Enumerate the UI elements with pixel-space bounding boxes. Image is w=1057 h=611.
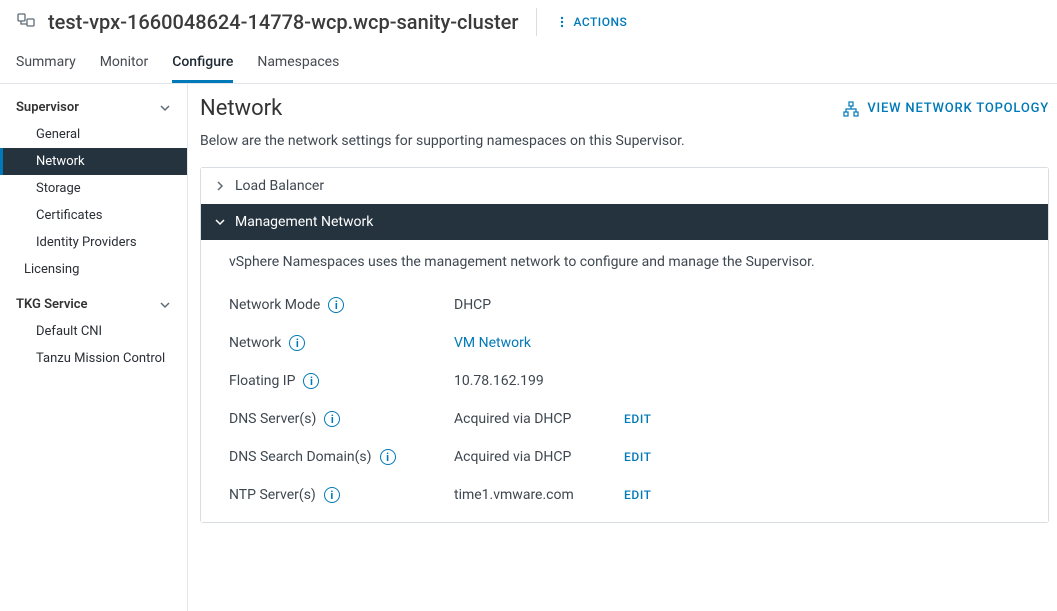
sidebar-item-tanzu-mission-control[interactable]: Tanzu Mission Control xyxy=(0,345,187,372)
section-description: vSphere Namespaces uses the management n… xyxy=(229,254,1020,270)
field-label: Floating IP i xyxy=(229,373,454,389)
field-label: NTP Server(s) i xyxy=(229,487,454,503)
chevron-down-icon xyxy=(215,217,225,227)
tabs: Summary Monitor Configure Namespaces xyxy=(0,44,1057,84)
field-label: DNS Search Domain(s) i xyxy=(229,449,454,465)
field-row: Network i VM Network xyxy=(229,324,1020,362)
sidebar-group-tkg[interactable]: TKG Service xyxy=(0,291,187,318)
accordion-title: Load Balancer xyxy=(235,178,324,194)
actions-menu[interactable]: ACTIONS xyxy=(549,9,635,35)
field-value-link[interactable]: VM Network xyxy=(454,335,624,351)
field-label-text: Floating IP xyxy=(229,373,295,389)
tab-monitor[interactable]: Monitor xyxy=(100,44,149,83)
actions-icon xyxy=(557,15,567,29)
field-label: Network Mode i xyxy=(229,297,454,313)
sidebar-item-default-cni[interactable]: Default CNI xyxy=(0,318,187,345)
field-value: Acquired via DHCP xyxy=(454,411,624,427)
divider xyxy=(536,8,537,36)
field-value: time1.vmware.com xyxy=(454,487,624,503)
field-row: DNS Server(s) i Acquired via DHCPEDIT xyxy=(229,400,1020,438)
tab-summary[interactable]: Summary xyxy=(16,44,76,83)
field-row: NTP Server(s) i time1.vmware.comEDIT xyxy=(229,476,1020,514)
page-header: test-vpx-1660048624-14778-wcp.wcp-sanity… xyxy=(0,0,1057,44)
tab-namespaces[interactable]: Namespaces xyxy=(257,44,339,83)
field-row: DNS Search Domain(s) i Acquired via DHCPED… xyxy=(229,438,1020,476)
info-icon[interactable]: i xyxy=(289,335,305,351)
chevron-down-icon xyxy=(159,299,171,311)
main-content: Network VIEW NETWORK TOPOLOGY Below are … xyxy=(188,84,1057,611)
view-topology-label: VIEW NETWORK TOPOLOGY xyxy=(867,101,1049,116)
info-icon[interactable]: i xyxy=(324,487,340,503)
sidebar-item-storage[interactable]: Storage xyxy=(0,175,187,202)
field-value: 10.78.162.199 xyxy=(454,373,624,389)
sidebar-item-identity-providers[interactable]: Identity Providers xyxy=(0,229,187,256)
page-description: Below are the network settings for suppo… xyxy=(200,129,1057,167)
accordion-body: vSphere Namespaces uses the management n… xyxy=(201,240,1048,522)
edit-button[interactable]: EDIT xyxy=(624,450,652,464)
info-icon[interactable]: i xyxy=(328,297,344,313)
field-value: DHCP xyxy=(454,297,624,313)
field-row: Network Mode i DHCP xyxy=(229,286,1020,324)
edit-button[interactable]: EDIT xyxy=(624,488,652,502)
page-title: Network xyxy=(200,96,282,121)
accordion-management-network[interactable]: Management Network xyxy=(201,204,1048,240)
tab-configure[interactable]: Configure xyxy=(172,44,233,83)
actions-label: ACTIONS xyxy=(573,15,627,29)
info-icon[interactable]: i xyxy=(380,449,396,465)
sidebar-item-network[interactable]: Network xyxy=(0,148,187,175)
field-label: Network i xyxy=(229,335,454,351)
field-value: Acquired via DHCP xyxy=(454,449,624,465)
field-row: Floating IP i 10.78.162.199 xyxy=(229,362,1020,400)
accordion: Load Balancer Management Network vSphere… xyxy=(200,167,1049,523)
group-label: Supervisor xyxy=(16,100,79,115)
sidebar-item-certificates[interactable]: Certificates xyxy=(0,202,187,229)
field-label-text: NTP Server(s) xyxy=(229,487,316,503)
group-label: TKG Service xyxy=(16,297,88,312)
field-label-text: Network Mode xyxy=(229,297,320,313)
field-label: DNS Server(s) i xyxy=(229,411,454,427)
sidebar: Supervisor General Network Storage Certi… xyxy=(0,84,188,611)
cluster-title: test-vpx-1660048624-14778-wcp.wcp-sanity… xyxy=(48,10,518,34)
chevron-right-icon xyxy=(215,181,225,191)
view-network-topology-button[interactable]: VIEW NETWORK TOPOLOGY xyxy=(843,101,1049,117)
field-label-text: DNS Search Domain(s) xyxy=(229,449,372,465)
topology-icon xyxy=(843,101,859,117)
field-label-text: DNS Server(s) xyxy=(229,411,316,427)
chevron-down-icon xyxy=(159,102,171,114)
field-label-text: Network xyxy=(229,335,281,351)
sidebar-item-general[interactable]: General xyxy=(0,121,187,148)
sidebar-group-supervisor[interactable]: Supervisor xyxy=(0,94,187,121)
accordion-load-balancer[interactable]: Load Balancer xyxy=(201,168,1048,204)
cluster-icon xyxy=(16,10,36,34)
info-icon[interactable]: i xyxy=(303,373,319,389)
edit-button[interactable]: EDIT xyxy=(624,412,652,426)
info-icon[interactable]: i xyxy=(324,411,340,427)
accordion-title: Management Network xyxy=(235,214,373,230)
sidebar-item-licensing[interactable]: Licensing xyxy=(0,256,187,283)
